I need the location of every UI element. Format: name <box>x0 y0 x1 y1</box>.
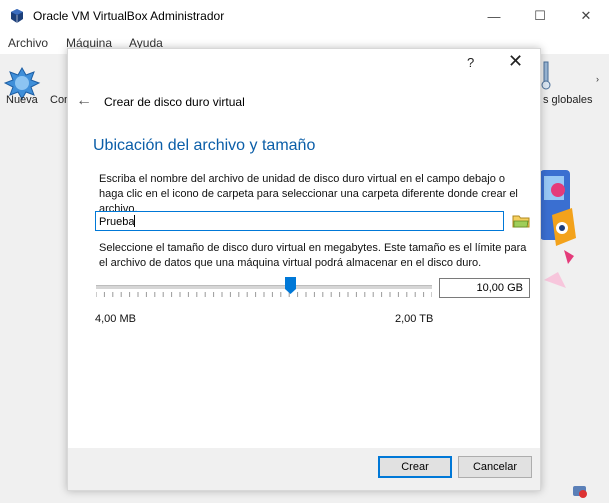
create-button[interactable]: Crear <box>378 456 452 478</box>
title-bar: Oracle VM VirtualBox Administrador — ☐ ✕ <box>0 0 609 32</box>
cancel-button[interactable]: Cancelar <box>458 456 532 478</box>
file-name-value: Prueba <box>99 216 135 228</box>
maximize-button[interactable]: ☐ <box>517 0 563 32</box>
folder-icon[interactable] <box>512 213 530 229</box>
toolbar-overflow-arrow[interactable]: › <box>596 74 599 84</box>
welcome-illustration <box>540 170 576 288</box>
menu-archivo[interactable]: Archivo <box>8 36 48 50</box>
close-dialog-button[interactable]: ✕ <box>508 51 523 72</box>
size-description: Seleccione el tamaño de disco duro virtu… <box>99 242 527 269</box>
dialog-heading: Crear de disco duro virtual <box>104 95 245 109</box>
virtualbox-icon <box>11 9 23 23</box>
size-slider-ticks <box>96 292 432 297</box>
minimize-button[interactable]: — <box>471 0 517 32</box>
back-button[interactable]: ← <box>76 92 92 110</box>
size-slider-thumb[interactable] <box>285 277 297 295</box>
new-vm-label[interactable]: Nueva <box>6 94 38 106</box>
text-caret <box>134 215 136 227</box>
window-title: Oracle VM VirtualBox Administrador <box>33 9 225 23</box>
help-button[interactable]: ? <box>467 55 474 70</box>
file-name-input[interactable]: Prueba <box>95 211 504 231</box>
section-title: Ubicación del archivo y tamaño <box>93 137 316 154</box>
vm-status-icon <box>573 486 587 498</box>
close-window-button[interactable]: ✕ <box>563 0 609 32</box>
size-range-min: 4,00 MB <box>95 313 136 325</box>
size-range-max: 2,00 TB <box>395 313 434 325</box>
global-tools-label[interactable]: s globales <box>543 94 593 106</box>
size-slider-track[interactable] <box>96 285 432 289</box>
create-disk-dialog: ? ✕ ← Crear de disco duro virtual Ubicac… <box>67 48 541 491</box>
size-input[interactable]: 10,00 GB <box>439 278 530 298</box>
global-tools-icon[interactable] <box>540 60 552 90</box>
